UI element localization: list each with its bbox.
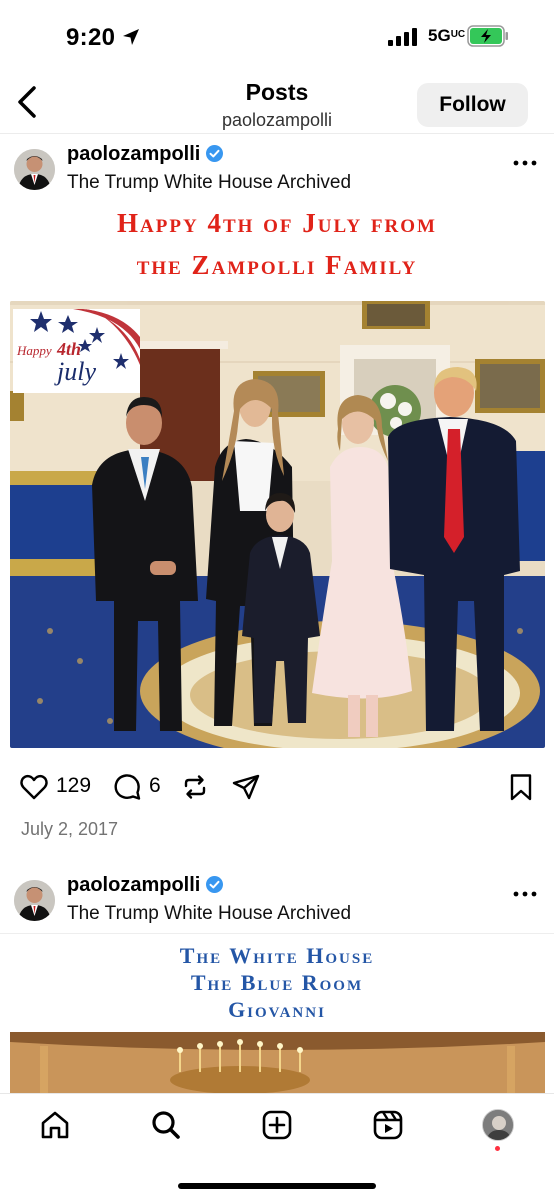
avatar[interactable] [14, 149, 55, 190]
verified-badge-icon [206, 145, 224, 162]
comment-icon[interactable] [112, 772, 142, 802]
heart-icon[interactable] [19, 772, 49, 802]
bookmark-icon[interactable] [506, 772, 536, 802]
badge-july-text: july [57, 357, 96, 386]
post-header: paolozampolli The Trump White House Arch… [0, 135, 554, 201]
repost-icon[interactable] [180, 772, 210, 802]
signal-icon [388, 28, 417, 46]
post-username[interactable]: paolozampolli [67, 143, 224, 166]
image-title-line2: the Zampolli Family [136, 250, 418, 280]
post-username[interactable]: paolozampolli [67, 874, 224, 897]
search-icon[interactable] [149, 1108, 183, 1142]
comment-count[interactable]: 6 [149, 774, 161, 798]
badge-happy-text: Happy [17, 343, 52, 358]
image-title-line3: Giovanni [228, 997, 326, 1022]
chandelier-photo [10, 1032, 545, 1094]
post-date: July 2, 2017 [21, 819, 119, 839]
post-image[interactable]: The White House The Blue Room Giovanni [0, 933, 554, 1094]
post-header: paolozampolli The Trump White House Arch… [0, 866, 554, 932]
like-count[interactable]: 129 [56, 774, 91, 798]
more-horizontal-icon[interactable] [512, 886, 538, 902]
post-actions: 129 6 [0, 764, 554, 812]
battery-charging-icon [467, 25, 508, 47]
location-arrow-icon [123, 29, 139, 45]
notification-dot [495, 1146, 500, 1151]
verified-badge-icon [206, 876, 224, 893]
post-image[interactable]: Happy 4th of July from the Zampolli Fami… [0, 202, 554, 759]
more-horizontal-icon[interactable] [512, 155, 538, 171]
page-header: Posts paolozampolli Follow [0, 70, 554, 134]
status-time: 9:20 [66, 24, 116, 51]
post-location[interactable]: The Trump White House Archived [67, 903, 351, 925]
follow-button[interactable]: Follow [417, 83, 528, 127]
home-indicator [178, 1183, 376, 1189]
happy-4th-badge: Happy 4th july [13, 309, 140, 393]
create-post-icon[interactable] [260, 1108, 294, 1142]
home-icon[interactable] [38, 1108, 72, 1142]
status-bar: 9:20 5GUC [0, 0, 554, 70]
network-type: 5GUC [428, 26, 466, 45]
post-location[interactable]: The Trump White House Archived [67, 172, 351, 194]
image-title-line1: The White House [179, 943, 375, 968]
reels-icon[interactable] [371, 1108, 405, 1142]
image-title-line1: Happy 4th of July from [117, 208, 437, 238]
avatar[interactable] [14, 880, 55, 921]
image-title-line2: The Blue Room [190, 970, 364, 995]
profile-avatar[interactable] [482, 1109, 514, 1141]
send-icon[interactable] [231, 772, 261, 802]
